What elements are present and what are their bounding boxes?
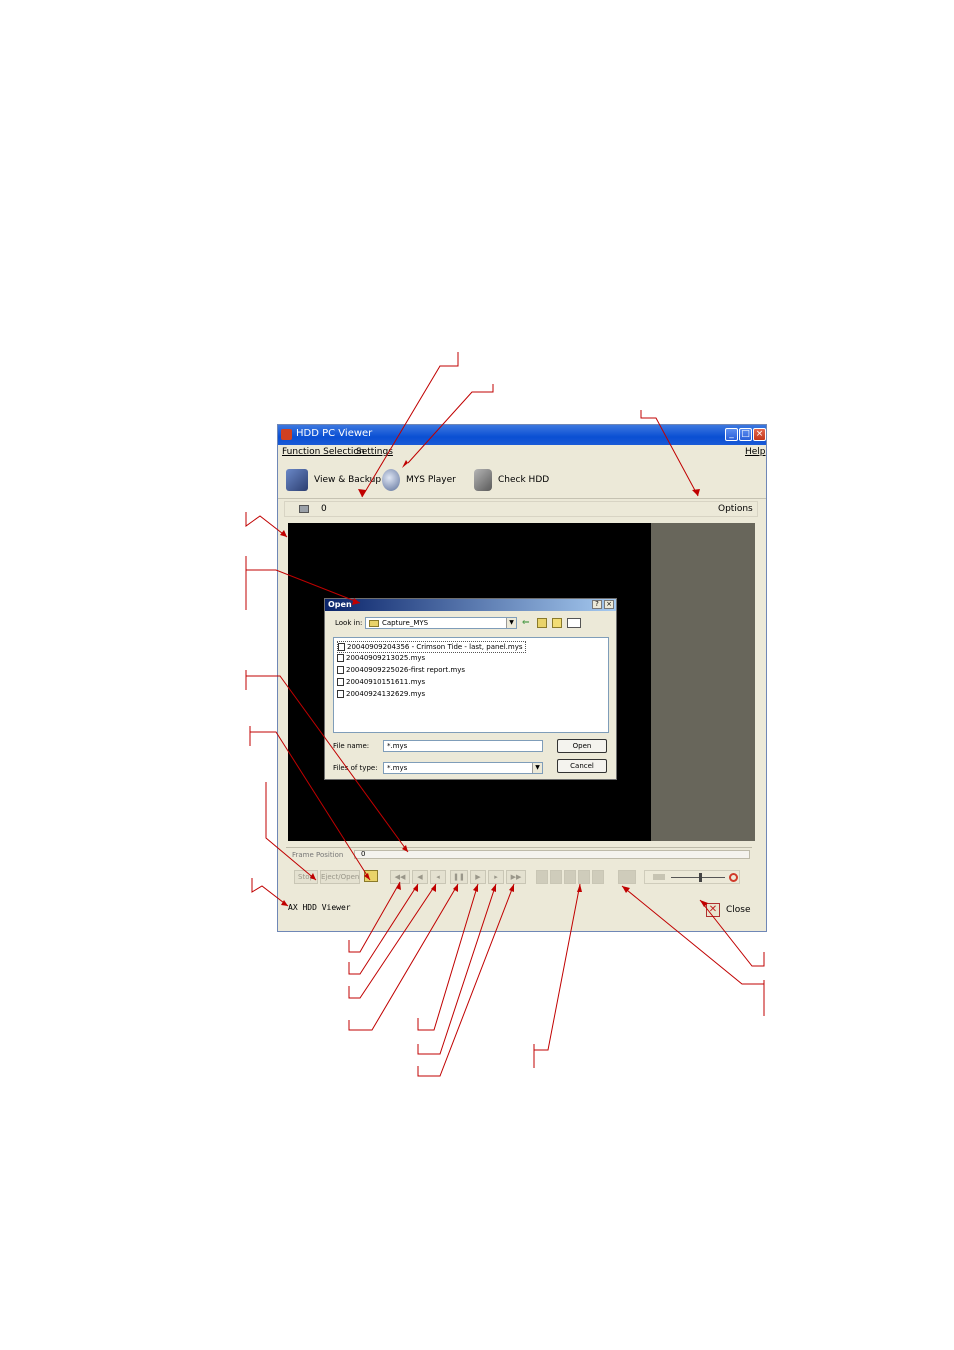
list-item[interactable]: 20040909204356 - Crimson Tide - last, pa…: [337, 641, 526, 653]
frame-value: 0: [361, 850, 366, 858]
up-folder-icon[interactable]: [537, 618, 547, 628]
file-icon: [338, 643, 345, 651]
volume-thumb[interactable]: [699, 873, 702, 882]
dialog-close-button[interactable]: ×: [604, 600, 614, 609]
file-type-dropdown[interactable]: *.mys ▼: [383, 762, 543, 774]
close-window-button[interactable]: ×: [753, 428, 766, 441]
app-icon: [281, 429, 292, 440]
menu-help[interactable]: Help: [745, 447, 766, 457]
look-in-label: Look in:: [335, 619, 363, 627]
channel-count: 0: [321, 504, 327, 514]
speaker-icon: [653, 874, 665, 880]
app-label: AX HDD Viewer: [288, 903, 351, 912]
screen-split-9-button[interactable]: [564, 870, 576, 884]
options-button[interactable]: Options: [718, 504, 753, 514]
list-item[interactable]: 20040909213025.mys: [337, 653, 425, 663]
window-title: HDD PC Viewer: [296, 428, 373, 439]
title-bar[interactable]: HDD PC Viewer _ □ ×: [278, 425, 766, 445]
file-type-value: *.mys: [387, 764, 408, 772]
view-menu-icon[interactable]: [567, 618, 581, 628]
eject-open-button[interactable]: Eject/Open: [320, 870, 360, 884]
player-icon: [382, 469, 400, 491]
close-app-button[interactable]: ✕ Close: [706, 903, 751, 917]
check-hdd-tool[interactable]: Check HDD: [474, 468, 549, 492]
screen-split-1-button[interactable]: [536, 870, 548, 884]
dialog-title-bar[interactable]: Open ? ×: [325, 599, 616, 611]
list-item[interactable]: 20040909225026-first report.mys: [337, 665, 465, 675]
mys-player-tool[interactable]: MYS Player: [382, 468, 456, 492]
dialog-title: Open: [328, 600, 352, 609]
look-in-value: Capture_MYS: [382, 619, 429, 627]
menu-function-selection[interactable]: Function Selection: [282, 447, 365, 457]
step-back-button[interactable]: ◂: [430, 870, 446, 884]
menu-bar: Function Selection Settings Help: [278, 445, 766, 459]
toolbar: View & Backup MYS Player Check HDD: [278, 460, 766, 499]
monitor-backup-icon: [286, 469, 308, 491]
file-name-input[interactable]: *.mys: [383, 740, 543, 752]
channel-bar: 0 Options: [284, 501, 758, 517]
list-item[interactable]: 20040910151611.mys: [337, 677, 425, 687]
hdd-check-icon: [474, 469, 492, 491]
file-name-label: File name:: [333, 742, 370, 750]
camera-icon: [299, 505, 309, 513]
rewind-button[interactable]: ◀: [412, 870, 428, 884]
volume-track: [671, 877, 725, 878]
open-file-dialog: Open ? × Look in: Capture_MYS ▼ ⇐ 200409…: [324, 598, 617, 780]
chevron-down-icon[interactable]: ▼: [506, 618, 516, 628]
file-icon: [337, 666, 344, 674]
menu-settings[interactable]: Settings: [356, 447, 393, 457]
list-item[interactable]: 20040924132629.mys: [337, 689, 425, 699]
mys-player-label: MYS Player: [406, 475, 456, 485]
close-icon: ✕: [706, 903, 720, 917]
file-type-label: Files of type:: [333, 764, 378, 772]
screen-split-4-button[interactable]: [550, 870, 562, 884]
chevron-down-icon[interactable]: ▼: [532, 763, 542, 773]
folder-icon: [369, 619, 379, 627]
dialog-help-button[interactable]: ?: [592, 600, 602, 609]
mute-icon[interactable]: [729, 873, 738, 882]
view-backup-label: View & Backup: [314, 475, 382, 485]
snapshot-button[interactable]: [618, 870, 636, 884]
back-arrow-icon[interactable]: ⇐: [522, 618, 532, 628]
new-folder-icon[interactable]: [552, 618, 562, 628]
file-icon: [337, 654, 344, 662]
frame-position-slider[interactable]: 0: [354, 850, 750, 859]
step-forward-button[interactable]: ▸: [488, 870, 504, 884]
screen-split-16-button[interactable]: [578, 870, 590, 884]
status-bar: AX HDD Viewer ✕ Close: [278, 895, 766, 929]
play-button[interactable]: ▶: [470, 870, 486, 884]
volume-control[interactable]: [644, 870, 740, 884]
fast-forward-button[interactable]: ▶▶: [506, 870, 526, 884]
frame-position-label: Frame Position: [292, 851, 344, 859]
open-folder-icon[interactable]: [364, 870, 378, 882]
side-panel: [651, 523, 755, 841]
playback-controls: Stop Eject/Open ◀◀ ◀ ◂ ❚❚ ▶ ▸ ▶▶: [286, 868, 752, 888]
pause-button[interactable]: ❚❚: [450, 870, 468, 884]
stop-button[interactable]: Stop: [294, 870, 318, 884]
look-in-dropdown[interactable]: Capture_MYS ▼: [365, 617, 517, 629]
rewind-fast-button[interactable]: ◀◀: [390, 870, 410, 884]
view-backup-tool[interactable]: View & Backup: [286, 468, 381, 492]
frame-position-bar: Frame Position 0: [286, 845, 752, 863]
open-button[interactable]: Open: [557, 739, 607, 753]
check-hdd-label: Check HDD: [498, 475, 550, 485]
file-list[interactable]: 20040909204356 - Crimson Tide - last, pa…: [333, 637, 609, 733]
cancel-button[interactable]: Cancel: [557, 759, 607, 773]
minimize-button[interactable]: _: [725, 428, 738, 441]
close-label: Close: [726, 905, 751, 915]
maximize-button[interactable]: □: [739, 428, 752, 441]
file-icon: [337, 690, 344, 698]
screen-split-full-button[interactable]: [592, 870, 604, 884]
file-icon: [337, 678, 344, 686]
